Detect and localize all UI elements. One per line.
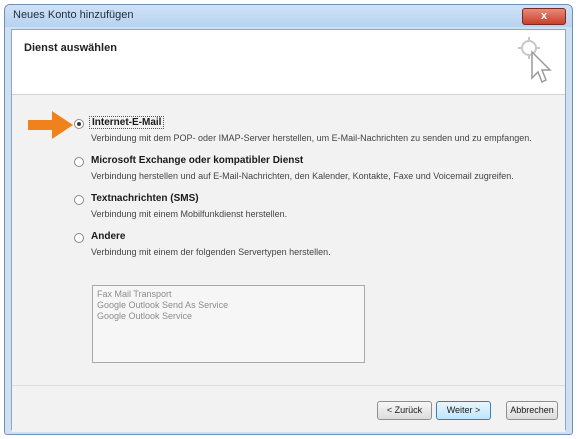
- option-label: Textnachrichten (SMS): [91, 193, 199, 204]
- radio-exchange[interactable]: [74, 157, 84, 167]
- page-title: Dienst auswählen: [24, 42, 117, 54]
- title-bar[interactable]: Neues Konto hinzufügen x: [5, 5, 572, 27]
- option-label: Andere: [91, 231, 126, 242]
- wizard-pointer-icon: [518, 37, 552, 84]
- button-bar: < Zurück Weiter > Abbrechen: [12, 385, 565, 432]
- dialog-client-area: Dienst auswählen Internet-E-Mail Verbind…: [11, 29, 566, 432]
- cancel-button[interactable]: Abbrechen: [506, 401, 558, 420]
- back-button[interactable]: < Zurück: [377, 401, 432, 420]
- option-label: Microsoft Exchange oder kompatibler Dien…: [91, 155, 304, 166]
- close-button[interactable]: x: [522, 8, 566, 25]
- server-type-list[interactable]: Fax Mail Transport Google Outlook Send A…: [92, 285, 365, 363]
- wizard-header: Dienst auswählen: [12, 30, 565, 95]
- next-button[interactable]: Weiter >: [436, 401, 491, 420]
- arrow-pointer-icon: [28, 111, 73, 139]
- window-title: Neues Konto hinzufügen: [13, 9, 134, 21]
- radio-sms[interactable]: [74, 195, 84, 205]
- list-item[interactable]: Google Outlook Send As Service: [97, 300, 360, 311]
- service-selection: Internet-E-Mail Verbindung mit dem POP- …: [12, 95, 565, 385]
- option-description: Verbindung mit dem POP- oder IMAP-Server…: [91, 133, 532, 143]
- radio-other[interactable]: [74, 233, 84, 243]
- option-description: Verbindung mit einem Mobilfunkdienst her…: [91, 209, 288, 219]
- radio-internet-email[interactable]: [74, 119, 84, 129]
- list-item[interactable]: Fax Mail Transport: [97, 289, 360, 300]
- option-label: Internet-E-Mail: [89, 116, 165, 129]
- option-description: Verbindung mit einem der folgenden Serve…: [91, 247, 331, 257]
- list-item[interactable]: Google Outlook Service: [97, 311, 360, 322]
- option-description: Verbindung herstellen und auf E-Mail-Nac…: [91, 171, 514, 181]
- add-account-dialog: Neues Konto hinzufügen x Dienst auswähle…: [4, 4, 573, 435]
